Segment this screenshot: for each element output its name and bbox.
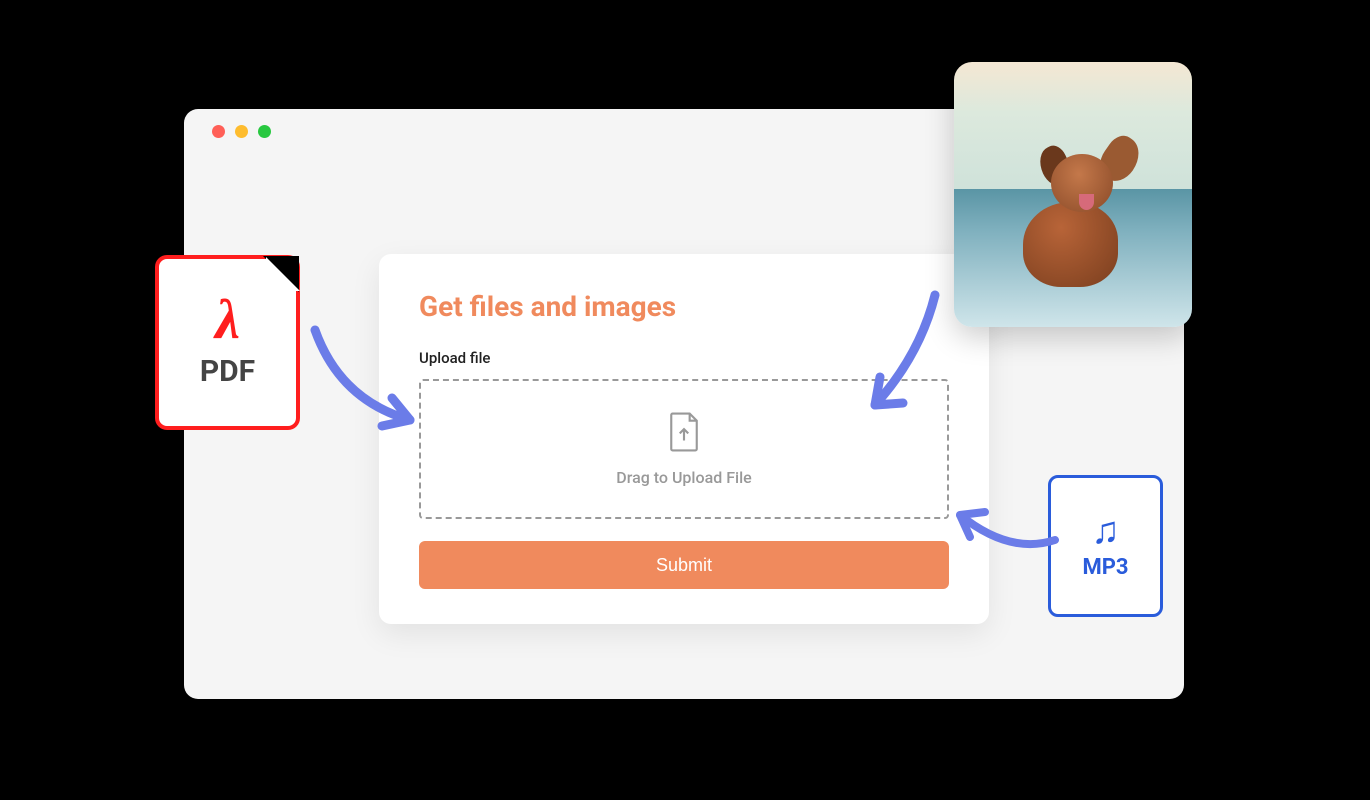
page-fold-icon	[263, 256, 299, 292]
upload-field-label: Upload file	[419, 349, 949, 367]
file-dropzone[interactable]: Drag to Upload File	[419, 379, 949, 519]
minimize-icon[interactable]	[235, 125, 248, 138]
adobe-symbol-icon: λ	[215, 288, 240, 352]
close-icon[interactable]	[212, 125, 225, 138]
pdf-file-icon[interactable]: λ PDF	[155, 255, 300, 430]
music-note-icon: ♫	[1091, 509, 1120, 553]
maximize-icon[interactable]	[258, 125, 271, 138]
dropzone-text: Drag to Upload File	[616, 468, 751, 487]
upload-file-icon	[667, 412, 701, 456]
pdf-label: PDF	[200, 354, 255, 389]
submit-button[interactable]: Submit	[419, 541, 949, 589]
mp3-label: MP3	[1082, 555, 1128, 580]
photo-thumbnail[interactable]	[954, 62, 1192, 327]
upload-card: Get files and images Upload file Drag to…	[379, 254, 989, 624]
mp3-file-icon[interactable]: ♫ MP3	[1048, 475, 1163, 617]
dog-icon	[1003, 142, 1143, 297]
card-title: Get files and images	[419, 290, 949, 323]
